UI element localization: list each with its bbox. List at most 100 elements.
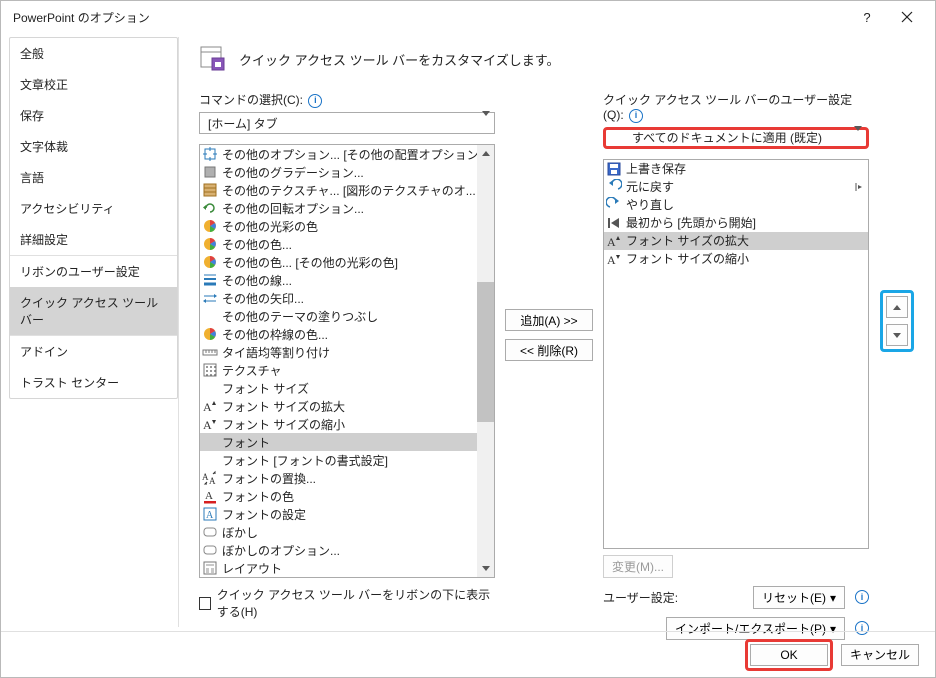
list-item[interactable]: 上書き保存 xyxy=(604,160,868,178)
scroll-up-button[interactable] xyxy=(477,145,494,162)
sidebar-item[interactable]: リボンのユーザー設定 xyxy=(10,256,177,287)
list-item[interactable]: タイ語均等割り付け xyxy=(200,343,494,361)
sidebar-item[interactable]: クイック アクセス ツール バー xyxy=(10,287,177,335)
rotate-icon xyxy=(202,200,218,216)
move-down-button[interactable] xyxy=(886,324,908,346)
sidebar-item[interactable]: 全般 xyxy=(10,38,177,69)
sidebar-item[interactable]: アクセシビリティ xyxy=(10,193,177,224)
sidebar-item[interactable]: アドイン xyxy=(10,336,177,367)
checkbox-icon[interactable] xyxy=(199,597,211,610)
info-icon[interactable]: i xyxy=(308,94,322,108)
item-label: その他のテクスチャ... [図形のテクスチャのオ... xyxy=(222,182,476,199)
commands-listbox[interactable]: その他のオプション... [その他の配置オプション]その他のグラデーション...… xyxy=(199,144,495,578)
item-label: その他の色... [その他の光彩の色] xyxy=(222,254,398,271)
item-label: その他のグラデーション... xyxy=(222,164,364,181)
close-button[interactable] xyxy=(887,3,927,31)
item-label: フォントの設定 xyxy=(222,506,306,523)
info-icon[interactable]: i xyxy=(855,590,869,604)
svg-text:A: A xyxy=(607,235,616,249)
list-item[interactable]: その他のオプション... [その他の配置オプション] xyxy=(200,145,494,163)
svg-text:A: A xyxy=(209,476,216,486)
pattern-icon xyxy=(202,362,218,378)
blank-icon xyxy=(202,452,218,468)
list-item[interactable]: 元に戻す xyxy=(604,178,868,196)
scroll-down-button[interactable] xyxy=(477,560,494,577)
item-label: フォント xyxy=(222,434,270,451)
list-item[interactable]: ぼかし xyxy=(200,523,494,541)
svg-text:A: A xyxy=(206,510,214,521)
sidebar-item[interactable]: 文字体裁 xyxy=(10,131,177,162)
move-up-button[interactable] xyxy=(886,296,908,318)
list-item[interactable]: その他の色... xyxy=(200,235,494,253)
reorder-column xyxy=(877,91,917,352)
remove-button[interactable]: << 削除(R) xyxy=(505,339,593,361)
commands-source-combo[interactable]: [ホーム] タブ xyxy=(199,112,495,134)
font-grow-icon: A xyxy=(202,398,218,414)
sidebar-item[interactable]: 保存 xyxy=(10,100,177,131)
sidebar-item[interactable]: トラスト センター xyxy=(10,367,177,398)
list-item[interactable]: レイアウト xyxy=(200,559,494,577)
list-item[interactable]: フォント [フォントの書式設定] xyxy=(200,451,494,469)
content-panel: クイック アクセス ツール バーをカスタマイズします。 コマンドの選択(C): … xyxy=(179,33,935,631)
qat-target-label: クイック アクセス ツール バーのユーザー設定(Q): i xyxy=(603,91,869,123)
list-item[interactable]: その他の色... [その他の光彩の色] xyxy=(200,253,494,271)
list-item[interactable]: フォント サイズI xyxy=(200,379,494,397)
list-item[interactable]: 最初から [先頭から開始] xyxy=(604,214,868,232)
sidebar-item[interactable]: 文章校正 xyxy=(10,69,177,100)
item-label: テクスチャ xyxy=(222,362,282,379)
two-column-area: コマンドの選択(C): i [ホーム] タブ その他のオプション... [その他… xyxy=(199,91,917,623)
item-label: その他の線... xyxy=(222,272,292,289)
show-below-ribbon-label: クイック アクセス ツール バーをリボンの下に表示する(H) xyxy=(217,586,495,620)
list-item[interactable]: ぼかしのオプション... xyxy=(200,541,494,559)
item-label: フォントの色 xyxy=(222,488,294,505)
blank-icon xyxy=(202,380,218,396)
svg-text:A: A xyxy=(607,253,616,267)
sidebar-item[interactable]: 言語 xyxy=(10,162,177,193)
item-label: 元に戻す xyxy=(626,178,674,195)
dialog-footer: OK キャンセル xyxy=(1,631,935,677)
item-label: フォント サイズ xyxy=(222,380,309,397)
font-shrink-icon: A xyxy=(202,416,218,432)
window-title: PowerPoint のオプション xyxy=(13,9,847,26)
transfer-column: 追加(A) >> << 削除(R) xyxy=(503,91,595,361)
list-item[interactable]: Aフォント サイズの縮小 xyxy=(604,250,868,268)
list-item[interactable]: やり直し xyxy=(604,196,868,214)
item-label: フォント [フォントの書式設定] xyxy=(222,452,388,469)
list-item[interactable]: Aフォント サイズの拡大 xyxy=(604,232,868,250)
category-list[interactable]: 全般文章校正保存文字体裁言語アクセシビリティ詳細設定リボンのユーザー設定クイック… xyxy=(9,37,178,399)
list-item[interactable]: A フォントの設定 xyxy=(200,505,494,523)
qat-listbox[interactable]: 上書き保存元に戻すやり直し最初から [先頭から開始]Aフォント サイズの拡大Aフ… xyxy=(603,159,869,549)
list-item[interactable]: その他の線... xyxy=(200,271,494,289)
scroll-thumb[interactable] xyxy=(477,282,494,422)
list-item[interactable]: その他のテーマの塗りつぶし xyxy=(200,307,494,325)
list-item[interactable]: その他の光彩の色 xyxy=(200,217,494,235)
list-item[interactable]: その他の矢印... xyxy=(200,289,494,307)
show-below-ribbon-row[interactable]: クイック アクセス ツール バーをリボンの下に表示する(H) xyxy=(199,586,495,620)
options-dialog: PowerPoint のオプション ? 全般文章校正保存文字体裁言語アクセシビリ… xyxy=(0,0,936,678)
rounded-icon xyxy=(202,524,218,540)
list-item[interactable]: テクスチャ xyxy=(200,361,494,379)
sidebar-item[interactable]: 詳細設定 xyxy=(10,224,177,255)
add-button[interactable]: 追加(A) >> xyxy=(505,309,593,331)
list-item[interactable]: その他のテクスチャ... [図形のテクスチャのオ... xyxy=(200,181,494,199)
list-item[interactable]: その他のグラデーション... xyxy=(200,163,494,181)
chevron-down-icon xyxy=(854,131,862,145)
modify-button: 変更(M)... xyxy=(603,555,673,578)
help-button[interactable]: ? xyxy=(847,3,887,31)
qat-target-combo[interactable]: すべてのドキュメントに適用 (既定) xyxy=(603,127,869,149)
info-icon[interactable]: i xyxy=(629,109,643,123)
list-item[interactable]: その他の枠線の色... xyxy=(200,325,494,343)
ok-button[interactable]: OK xyxy=(750,644,828,666)
item-label: やり直し xyxy=(626,196,674,213)
list-item[interactable]: その他の回転オプション... xyxy=(200,199,494,217)
reset-button[interactable]: リセット(E)▾ xyxy=(753,586,845,609)
cancel-button[interactable]: キャンセル xyxy=(841,644,919,666)
list-item[interactable]: Aフォント サイズの拡大 xyxy=(200,397,494,415)
rounded-icon xyxy=(202,542,218,558)
arrows-out-icon xyxy=(202,146,218,162)
list-item[interactable]: Aフォント サイズの縮小 xyxy=(200,415,494,433)
list-item[interactable]: AAフォントの置換... xyxy=(200,469,494,487)
list-item[interactable]: Aフォントの色 xyxy=(200,487,494,505)
list-item[interactable]: フォントI xyxy=(200,433,494,451)
scrollbar[interactable] xyxy=(477,145,494,577)
